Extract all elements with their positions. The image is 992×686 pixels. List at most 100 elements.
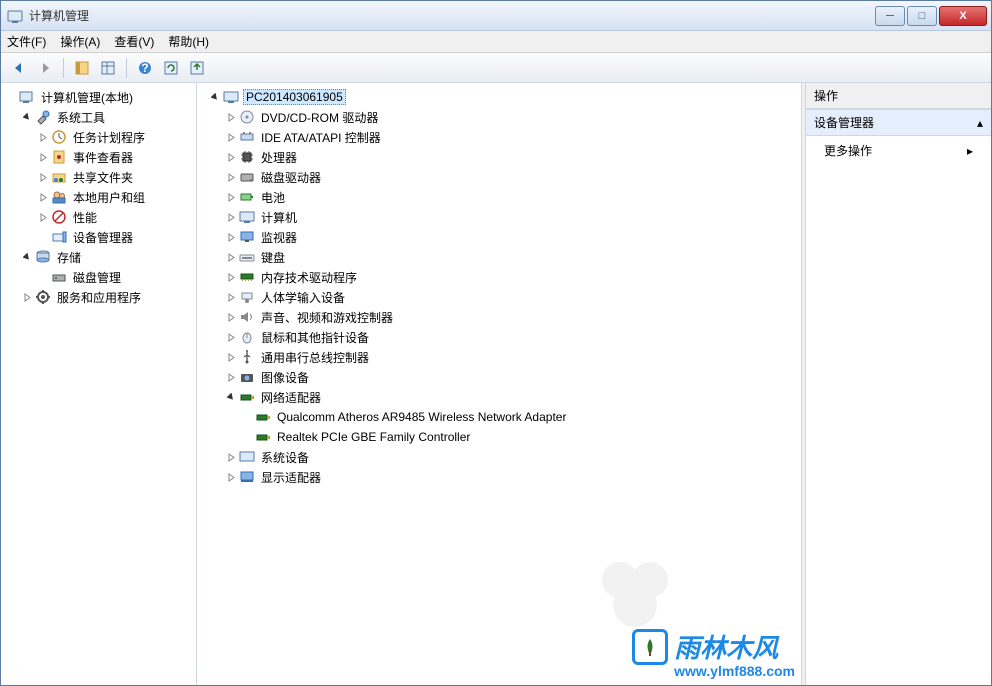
back-button[interactable] (7, 56, 31, 80)
collapse-icon[interactable] (209, 91, 221, 103)
expand-icon[interactable] (225, 171, 237, 183)
expand-icon[interactable] (225, 351, 237, 363)
export-button[interactable] (185, 56, 209, 80)
tree-storage[interactable]: 存储 (1, 247, 196, 267)
device-sound[interactable]: 声音、视频和游戏控制器 (205, 307, 805, 327)
computer-icon (223, 89, 239, 105)
device-ide[interactable]: IDE ATA/ATAPI 控制器 (205, 127, 805, 147)
expand-icon[interactable] (225, 131, 237, 143)
console-tree-pane: 计算机管理(本地) 系统工具 任务计划程序 事件查看器 共享文件夹 (1, 83, 197, 685)
minimize-button[interactable]: ─ (875, 6, 905, 26)
close-button[interactable]: X (939, 6, 987, 26)
tree-root[interactable]: 计算机管理(本地) (1, 87, 196, 107)
expand-icon[interactable] (225, 111, 237, 123)
device-memory-tech[interactable]: 内存技术驱动程序 (205, 267, 805, 287)
mouse-icon (239, 329, 255, 345)
menu-file[interactable]: 文件(F) (7, 33, 46, 50)
device-monitors[interactable]: 监视器 (205, 227, 805, 247)
expand-icon[interactable] (37, 171, 49, 183)
device-display-adapters[interactable]: 显示适配器 (205, 467, 805, 487)
nic-icon (255, 409, 271, 425)
collapse-icon[interactable] (21, 111, 33, 123)
device-net-adapter-1[interactable]: Qualcomm Atheros AR9485 Wireless Network… (205, 407, 805, 427)
expand-icon[interactable] (225, 371, 237, 383)
toolbar-separator (126, 58, 127, 78)
help-button[interactable]: ? (133, 56, 157, 80)
device-net-adapter-2[interactable]: Realtek PCIe GBE Family Controller (205, 427, 805, 447)
tree-performance[interactable]: 性能 (1, 207, 196, 227)
expand-icon[interactable] (37, 211, 49, 223)
network-icon (239, 389, 255, 405)
splitter[interactable] (801, 83, 805, 685)
menu-action[interactable]: 操作(A) (60, 33, 100, 50)
device-root[interactable]: PC201403061905 (205, 87, 805, 107)
tools-icon (35, 109, 51, 125)
expand-icon[interactable] (225, 471, 237, 483)
tree-device-manager[interactable]: 设备管理器 (1, 227, 196, 247)
expand-icon[interactable] (225, 271, 237, 283)
device-hid[interactable]: 人体学输入设备 (205, 287, 805, 307)
expand-icon[interactable] (21, 291, 33, 303)
device-system-devices[interactable]: 系统设备 (205, 447, 805, 467)
sound-icon (239, 309, 255, 325)
services-icon (35, 289, 51, 305)
tree-system-tools[interactable]: 系统工具 (1, 107, 196, 127)
users-icon (51, 189, 67, 205)
maximize-button[interactable]: □ (907, 6, 937, 26)
collapse-icon[interactable] (21, 251, 33, 263)
display-adapter-icon (239, 469, 255, 485)
tree-local-users[interactable]: 本地用户和组 (1, 187, 196, 207)
tree-disk-management[interactable]: 磁盘管理 (1, 267, 196, 287)
camera-icon (239, 369, 255, 385)
tree-shared-folders[interactable]: 共享文件夹 (1, 167, 196, 187)
expand-icon[interactable] (37, 131, 49, 143)
storage-icon (35, 249, 51, 265)
menu-help[interactable]: 帮助(H) (168, 33, 209, 50)
nic-icon (255, 429, 271, 445)
collapse-icon[interactable] (225, 391, 237, 403)
titlebar: 计算机管理 ─ □ X (1, 1, 991, 31)
device-mouse[interactable]: 鼠标和其他指针设备 (205, 327, 805, 347)
watermark-text: 雨林木风 (674, 628, 778, 665)
chevron-right-icon: ▸ (967, 144, 973, 158)
actions-pane-header: 操作 (806, 83, 991, 109)
actions-context-title[interactable]: 设备管理器 ▴ (806, 109, 991, 136)
pc-icon (239, 209, 255, 225)
device-cpu[interactable]: 处理器 (205, 147, 805, 167)
expand-icon[interactable] (225, 211, 237, 223)
device-network-adapters[interactable]: 网络适配器 (205, 387, 805, 407)
tree-task-scheduler[interactable]: 任务计划程序 (1, 127, 196, 147)
properties-button[interactable] (96, 56, 120, 80)
tree-event-viewer[interactable]: 事件查看器 (1, 147, 196, 167)
expand-icon[interactable] (225, 331, 237, 343)
expand-icon[interactable] (225, 451, 237, 463)
memory-icon (239, 269, 255, 285)
refresh-button[interactable] (159, 56, 183, 80)
show-hide-tree-button[interactable] (70, 56, 94, 80)
device-imaging[interactable]: 图像设备 (205, 367, 805, 387)
expand-icon[interactable] (225, 151, 237, 163)
tree-services-apps[interactable]: 服务和应用程序 (1, 287, 196, 307)
svg-text:?: ? (141, 61, 148, 75)
menu-view[interactable]: 查看(V) (114, 33, 154, 50)
expand-icon[interactable] (225, 191, 237, 203)
expand-icon[interactable] (37, 151, 49, 163)
device-disk-drives[interactable]: 磁盘驱动器 (205, 167, 805, 187)
expand-icon[interactable] (225, 251, 237, 263)
expand-icon[interactable] (225, 311, 237, 323)
expand-icon[interactable] (37, 191, 49, 203)
performance-icon (51, 209, 67, 225)
disk-icon (51, 269, 67, 285)
actions-more-link[interactable]: 更多操作 ▸ (806, 136, 991, 165)
expand-icon[interactable] (225, 231, 237, 243)
device-battery[interactable]: 电池 (205, 187, 805, 207)
device-usb[interactable]: 通用串行总线控制器 (205, 347, 805, 367)
menubar: 文件(F) 操作(A) 查看(V) 帮助(H) (1, 31, 991, 53)
device-computers[interactable]: 计算机 (205, 207, 805, 227)
forward-button[interactable] (33, 56, 57, 80)
expand-icon[interactable] (225, 291, 237, 303)
device-keyboards[interactable]: 键盘 (205, 247, 805, 267)
background-watermark-icon (595, 555, 685, 635)
device-tree-pane: PC201403061905 DVD/CD-ROM 驱动器 IDE ATA/AT… (197, 83, 805, 685)
device-dvd[interactable]: DVD/CD-ROM 驱动器 (205, 107, 805, 127)
